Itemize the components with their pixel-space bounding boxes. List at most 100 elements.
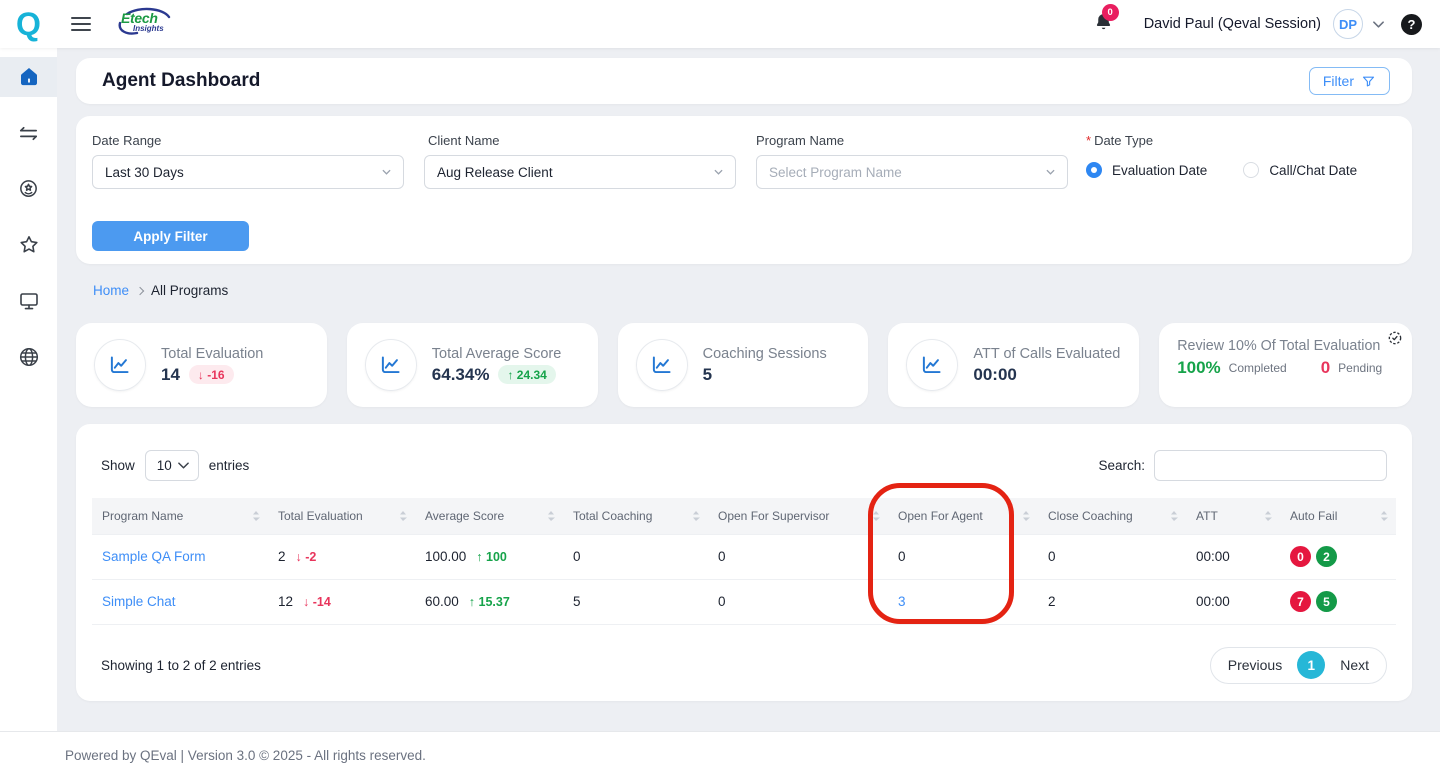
stat-card-coaching-sessions: Coaching Sessions 5	[618, 323, 869, 407]
qeval-logo-glyph: Q	[16, 8, 41, 40]
table-row: Simple Chat 12↓ -14 60.00↑ 15.37 5 0 3 2…	[92, 579, 1396, 624]
program-link[interactable]: Sample QA Form	[102, 549, 206, 564]
filter-panel: Date Range Last 30 Days Client Name Aug …	[76, 116, 1412, 264]
sidebar-item-favorites[interactable]	[0, 225, 57, 265]
table-header-row: Program Name Total Evaluation Average Sc…	[92, 498, 1396, 534]
column-header-open-for-supervisor[interactable]: Open For Supervisor	[708, 498, 888, 534]
chevron-down-icon	[382, 169, 391, 175]
sort-icon	[872, 510, 880, 522]
att-value: 00:00	[1196, 549, 1230, 564]
line-chart-icon	[906, 339, 958, 391]
stat-cards-row: Total Evaluation 14 ↓ -16 Total Average …	[76, 323, 1412, 407]
call-chat-date-radio-label[interactable]: Call/Chat Date	[1269, 163, 1357, 178]
client-name-select[interactable]: Aug Release Client	[424, 155, 736, 189]
stat-card-total-average-score: Total Average Score 64.34% ↑ 24.34	[347, 323, 598, 407]
sidebar-item-member[interactable]	[0, 169, 57, 209]
line-chart-icon	[636, 339, 688, 391]
sort-icon	[399, 510, 407, 522]
apply-filter-button[interactable]: Apply Filter	[92, 221, 249, 251]
sidebar-item-monitor[interactable]	[0, 281, 57, 321]
call-chat-date-radio[interactable]	[1243, 162, 1259, 178]
date-range-select[interactable]: Last 30 Days	[92, 155, 404, 189]
open-for-supervisor-value: 0	[718, 549, 726, 564]
brand-insights-text: Insights	[133, 24, 164, 33]
sort-icon	[1264, 510, 1272, 522]
home-icon	[17, 65, 41, 89]
evaluation-date-radio-label[interactable]: Evaluation Date	[1112, 163, 1207, 178]
completed-percentage: 100%	[1177, 358, 1220, 378]
user-name-label: David Paul (Qeval Session)	[1144, 16, 1321, 32]
stat-card-review-10-percent: Review 10% Of Total Evaluation 100% Comp…	[1159, 323, 1412, 407]
footer-copyright-text: Powered by QEval | Version 3.0 © 2025 - …	[65, 748, 426, 763]
column-header-auto-fail[interactable]: Auto Fail	[1280, 498, 1396, 534]
page-size-select[interactable]: 10	[145, 450, 199, 481]
notification-count-badge: 0	[1102, 4, 1119, 21]
date-type-label: *Date Type	[1086, 133, 1153, 148]
column-header-program-name[interactable]: Program Name	[92, 498, 268, 534]
close-coaching-value: 0	[1048, 549, 1056, 564]
sort-icon	[692, 510, 700, 522]
stat-delta-badge: ↑ 24.34	[498, 365, 555, 384]
chevron-down-icon	[714, 169, 723, 175]
total-coaching-value: 5	[573, 594, 581, 609]
average-score-delta: ↑ 15.37	[469, 595, 510, 609]
total-coaching-value: 0	[573, 549, 581, 564]
column-header-total-evaluation[interactable]: Total Evaluation	[268, 498, 415, 534]
open-for-agent-value: 0	[898, 549, 906, 564]
program-link[interactable]: Simple Chat	[102, 594, 176, 609]
sort-icon	[1022, 510, 1030, 522]
total-evaluation-delta: ↓ -14	[303, 595, 331, 609]
user-menu-chevron-down-icon[interactable]	[1372, 20, 1385, 29]
chevron-down-icon	[178, 462, 189, 469]
notification-bell-button[interactable]: 0	[1093, 11, 1114, 38]
help-button[interactable]: ?	[1401, 14, 1422, 35]
search-input[interactable]	[1154, 450, 1387, 481]
open-for-agent-link[interactable]: 3	[898, 594, 906, 609]
program-name-placeholder: Select Program Name	[769, 165, 902, 180]
stat-card-total-evaluation: Total Evaluation 14 ↓ -16	[76, 323, 327, 407]
column-header-average-score[interactable]: Average Score	[415, 498, 563, 534]
hamburger-menu-icon[interactable]	[71, 17, 91, 31]
program-name-select[interactable]: Select Program Name	[756, 155, 1068, 189]
column-header-att[interactable]: ATT	[1186, 498, 1280, 534]
page-size-value: 10	[157, 458, 172, 473]
sidebar-item-home[interactable]	[0, 57, 57, 97]
review-check-icon	[1387, 330, 1403, 351]
chevron-right-icon	[136, 287, 144, 295]
filter-button[interactable]: Filter	[1309, 67, 1390, 95]
date-range-label: Date Range	[92, 133, 161, 148]
funnel-icon	[1361, 74, 1376, 89]
column-header-open-for-agent[interactable]: Open For Agent	[888, 498, 1038, 534]
next-page-button[interactable]: Next	[1340, 657, 1369, 673]
sidebar-item-global[interactable]	[0, 337, 57, 377]
total-evaluation-delta: ↓ -2	[296, 550, 317, 564]
previous-page-button[interactable]: Previous	[1228, 657, 1282, 673]
att-value: 00:00	[1196, 594, 1230, 609]
auto-fail-red-badge: 0	[1290, 546, 1311, 567]
evaluation-date-radio[interactable]	[1086, 162, 1102, 178]
globe-icon	[17, 345, 41, 369]
stat-value: 00:00	[973, 365, 1016, 385]
current-page-button[interactable]: 1	[1297, 651, 1325, 679]
column-header-close-coaching[interactable]: Close Coaching	[1038, 498, 1186, 534]
auto-fail-red-badge: 7	[1290, 591, 1311, 612]
stat-title: Coaching Sessions	[703, 346, 827, 362]
sort-icon	[547, 510, 555, 522]
client-name-value: Aug Release Client	[437, 165, 553, 180]
table-row: Sample QA Form 2↓ -2 100.00↑ 100 0 0 0 0…	[92, 534, 1396, 579]
star-icon	[17, 233, 41, 257]
entries-label: entries	[209, 458, 250, 473]
stat-delta-badge: ↓ -16	[189, 365, 234, 384]
member-badge-icon	[17, 178, 40, 201]
open-for-supervisor-value: 0	[718, 594, 726, 609]
auto-fail-green-badge: 5	[1316, 591, 1337, 612]
sidebar-item-transfer[interactable]	[0, 113, 57, 153]
close-coaching-value: 2	[1048, 594, 1056, 609]
user-avatar[interactable]: DP	[1333, 9, 1363, 39]
column-header-total-coaching[interactable]: Total Coaching	[563, 498, 708, 534]
stat-card-att-calls-evaluated: ATT of Calls Evaluated 00:00	[888, 323, 1139, 407]
breadcrumb-home-link[interactable]: Home	[93, 283, 129, 298]
entries-summary: Showing 1 to 2 of 2 entries	[101, 658, 261, 673]
stat-title: Review 10% Of Total Evaluation	[1177, 338, 1396, 354]
help-glyph: ?	[1408, 17, 1416, 32]
